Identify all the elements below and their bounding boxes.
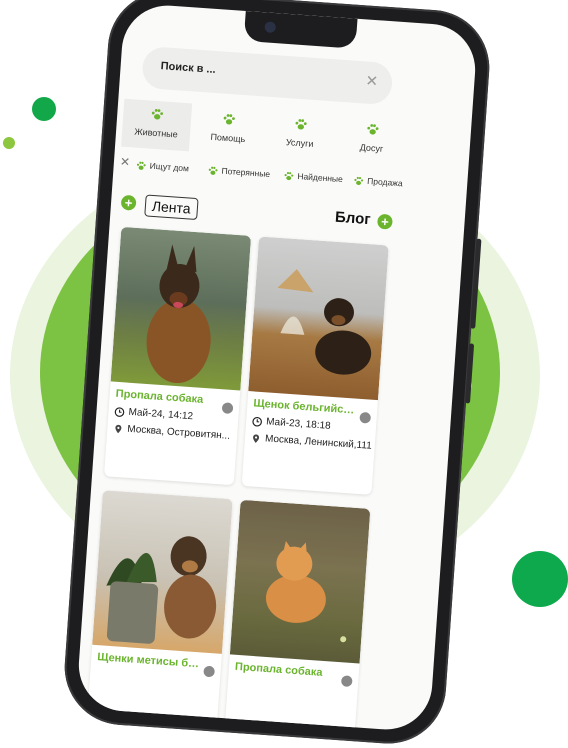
paw-icon <box>223 114 235 125</box>
tab-label: Услуги <box>285 137 314 149</box>
add-feed-button[interactable]: + <box>120 194 137 211</box>
tab-label: Досуг <box>359 142 384 154</box>
paw-icon <box>208 166 218 175</box>
post-card[interactable]: Щенки метисы бе... <box>86 490 233 729</box>
clock-icon <box>114 406 125 417</box>
post-card[interactable]: Пропала собака <box>224 499 371 733</box>
filter-found[interactable]: Найденные <box>283 166 344 188</box>
decor-dot-large <box>512 551 568 607</box>
search-input[interactable]: Поиск в ... ✕ <box>141 45 394 106</box>
paw-icon <box>284 171 294 180</box>
puppy-plant-illustration <box>106 536 217 644</box>
filter-label: Найденные <box>297 170 344 185</box>
decor-dot <box>32 97 56 121</box>
clock-icon <box>252 416 263 427</box>
close-icon[interactable]: ✕ <box>365 72 379 91</box>
post-card[interactable]: Щенок бельгийско... Май-23, 18:18 Москва… <box>241 236 389 495</box>
decor-dot-small <box>3 137 15 149</box>
filter-label: Ищут дом <box>149 160 190 174</box>
close-icon[interactable]: ✕ <box>119 155 130 170</box>
dog-photo <box>110 226 252 391</box>
paw-icon <box>136 161 146 170</box>
map-pin-icon <box>115 424 122 433</box>
tab-animals[interactable]: Животные <box>121 98 193 152</box>
puppy-photo <box>248 236 389 401</box>
tab-label: Животные <box>134 126 179 140</box>
dog-photo <box>229 499 371 664</box>
filter-label: Продажа <box>366 175 403 189</box>
filter-label: Потерянные <box>221 165 271 180</box>
tab-blog[interactable]: Блог <box>335 209 372 228</box>
tab-label: Помощь <box>210 131 246 145</box>
tab-services[interactable]: Услуги <box>265 109 336 162</box>
puppy-photo <box>92 490 233 654</box>
location-pin-icon[interactable] <box>203 665 215 678</box>
paw-icon <box>295 119 307 130</box>
dog-illustration <box>146 244 211 384</box>
tab-help[interactable]: Помощь <box>193 104 264 157</box>
map-pin-icon <box>253 434 260 443</box>
phone-notch <box>243 10 358 49</box>
post-card[interactable]: Пропала собака Май-24, 14:12 Москва, Ост… <box>103 226 252 486</box>
location-pin-icon[interactable] <box>340 675 353 688</box>
puppy-illustration <box>277 269 372 375</box>
filter-looking-for-home[interactable]: Ищут дом <box>135 156 189 178</box>
search-placeholder: Поиск в ... <box>160 60 217 76</box>
tab-leisure[interactable]: Досуг <box>337 114 408 167</box>
app-screen: Поиск в ... ✕ Животные Помощь Услуги Дос… <box>75 2 479 733</box>
filter-lost[interactable]: Потерянные <box>207 161 271 183</box>
tab-feed[interactable]: Лента <box>144 194 199 221</box>
pomeranian-illustration <box>265 541 347 643</box>
paw-icon <box>354 176 364 185</box>
phone-mockup: Поиск в ... ✕ Животные Помощь Услуги Дос… <box>60 0 494 748</box>
paw-icon <box>367 124 379 135</box>
filter-sale[interactable]: Продажа <box>353 171 404 192</box>
paw-icon <box>151 109 164 120</box>
add-blog-button[interactable]: + <box>376 213 393 230</box>
camera-icon <box>264 21 277 34</box>
